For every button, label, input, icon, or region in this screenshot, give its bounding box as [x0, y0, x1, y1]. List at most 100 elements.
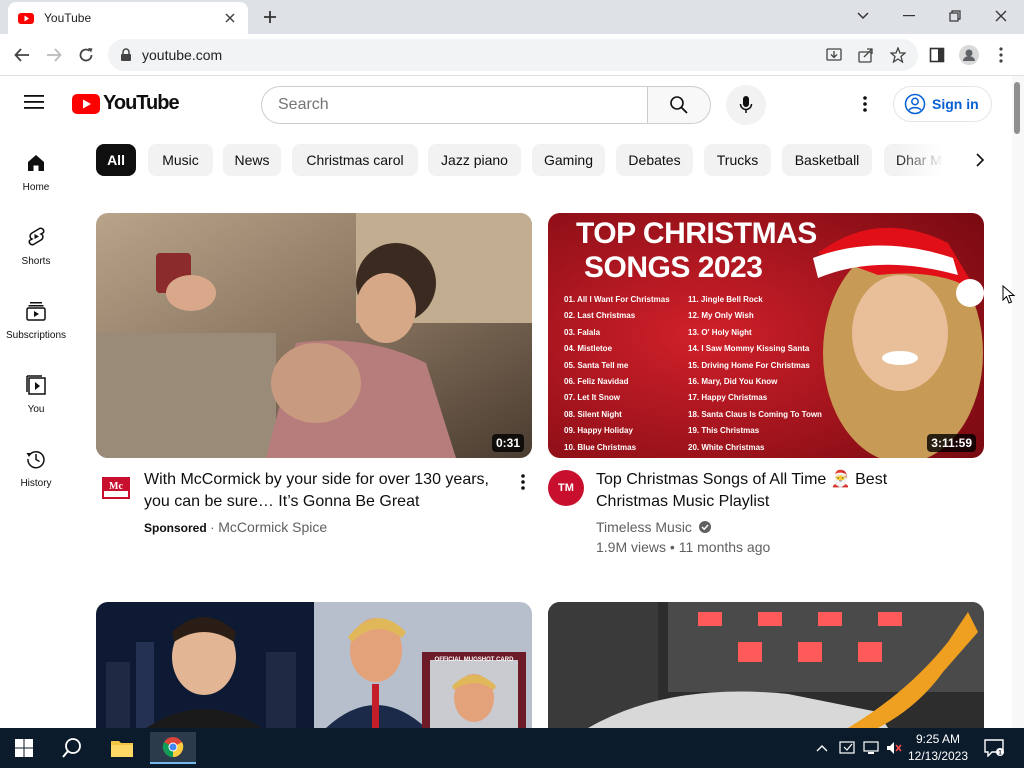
chip-all[interactable]: All — [96, 144, 136, 176]
track-item: 12. My Only Wish — [688, 311, 754, 321]
volume-muted-icon[interactable] — [884, 728, 904, 768]
youtube-play-logo-icon — [72, 93, 100, 114]
back-arrow-icon[interactable] — [11, 44, 33, 66]
install-app-icon[interactable] — [824, 45, 844, 65]
close-window-icon[interactable] — [989, 6, 1013, 26]
settings-more-icon[interactable] — [855, 94, 875, 114]
tray-app-icon[interactable] — [836, 728, 858, 768]
search-button[interactable] — [647, 86, 711, 124]
side-panel-icon[interactable] — [926, 44, 948, 66]
chrome-menu-icon[interactable] — [990, 44, 1012, 66]
track-item: 19. This Christmas — [688, 426, 760, 436]
video-title[interactable]: With McCormick by your side for over 130… — [144, 469, 504, 513]
voice-search-button[interactable] — [726, 85, 766, 125]
bookmark-star-icon[interactable] — [888, 45, 908, 65]
shorts-icon — [28, 227, 45, 246]
page-scrollbar[interactable] — [1012, 76, 1024, 728]
video-thumbnail-late-night[interactable]: OFFICIAL MUGSHOT CARD — [96, 602, 532, 728]
youtube-logo[interactable]: YouTube — [72, 92, 180, 115]
sidebar-item-subscriptions[interactable]: Subscriptions — [0, 280, 72, 354]
clock-time: 9:25 AM — [915, 732, 961, 746]
channel-name[interactable]: Timeless Music — [596, 519, 692, 535]
scrollbar-thumb[interactable] — [1014, 82, 1020, 134]
windows-start-icon[interactable] — [4, 732, 44, 764]
browser-tab-bar: YouTube — [0, 0, 1024, 34]
sign-in-button[interactable]: Sign in — [893, 86, 992, 122]
track-item: 10. Blue Christmas — [564, 442, 637, 452]
channel-avatar-mccormick[interactable]: Mc — [98, 470, 134, 506]
forward-arrow-icon[interactable] — [43, 44, 65, 66]
account-circle-icon — [904, 93, 926, 115]
new-tab-icon[interactable] — [260, 8, 280, 26]
sidebar-item-history[interactable]: History — [0, 428, 72, 502]
video-title[interactable]: Top Christmas Songs of All Time 🎅 Best C… — [596, 469, 956, 513]
home-icon — [28, 155, 44, 171]
chips-fade-overlay — [896, 144, 956, 176]
mugshot-card-label: OFFICIAL MUGSHOT CARD — [434, 657, 514, 663]
channel-avatar-timeless-music[interactable]: TM — [548, 470, 584, 506]
search-input[interactable] — [278, 96, 648, 114]
sidebar-item-you[interactable]: You — [0, 354, 72, 428]
track-item: 03. Falala — [564, 327, 601, 337]
video-thumbnail-mccormick[interactable]: 0:31 — [96, 213, 532, 458]
chrome-taskbar-icon[interactable] — [150, 732, 196, 764]
youtube-favicon-icon — [18, 13, 34, 24]
thumbnail-heading: TOP CHRISTMAS SONGS 2023 — [576, 217, 817, 285]
chip-news[interactable]: News — [223, 144, 281, 176]
profile-avatar-icon[interactable] — [958, 44, 980, 66]
network-icon[interactable] — [860, 728, 882, 768]
subscriptions-icon — [26, 302, 46, 321]
show-hidden-icons-chevron-icon[interactable] — [812, 728, 832, 768]
thumbnail-image-mother-baby — [96, 213, 532, 458]
share-icon[interactable] — [856, 45, 876, 65]
chip-gaming[interactable]: Gaming — [532, 144, 605, 176]
mccormick-logo-icon: Mc — [102, 477, 130, 499]
chip-debates[interactable]: Debates — [616, 144, 693, 176]
track-item: 14. I Saw Mommy Kissing Santa — [688, 344, 810, 354]
search-box[interactable] — [261, 86, 648, 124]
video-title-line: you can be sure… It’s Gonna Be Great — [144, 493, 420, 510]
video-meta-channel: Timeless Music — [596, 519, 712, 535]
notifications-icon[interactable]: 1 — [980, 728, 1008, 768]
video-thumbnail-crash-test[interactable] — [548, 602, 984, 728]
thumbnail-image-late-night — [96, 602, 532, 728]
search-icon — [670, 96, 688, 114]
sidebar-item-home[interactable]: Home — [0, 132, 72, 206]
file-explorer-icon[interactable] — [102, 732, 142, 764]
verified-check-icon — [698, 521, 711, 533]
reload-icon[interactable] — [75, 44, 97, 66]
chip-jazz-piano[interactable]: Jazz piano — [428, 144, 521, 176]
chip-basketball[interactable]: Basketball — [782, 144, 872, 176]
track-item: 08. Silent Night — [564, 409, 622, 419]
chip-trucks[interactable]: Trucks — [704, 144, 771, 176]
history-icon — [26, 450, 45, 469]
browser-tab-youtube[interactable]: YouTube — [8, 2, 248, 34]
url-text: youtube.com — [142, 47, 223, 63]
taskbar-clock[interactable]: 9:25 AM 12/13/2023 — [904, 731, 972, 765]
channel-name[interactable]: McCormick Spice — [218, 519, 327, 535]
close-tab-icon[interactable] — [222, 10, 238, 26]
minimize-icon[interactable] — [897, 6, 921, 26]
tracklist-right: 11. Jingle Bell Rock 12. My Only Wish 13… — [688, 292, 836, 456]
taskbar-search-icon[interactable] — [52, 732, 92, 764]
video-thumbnail-christmas-songs[interactable]: TOP CHRISTMAS SONGS 2023 01. All I Want … — [548, 213, 984, 458]
avatar-initials: TM — [558, 482, 574, 494]
track-item: 01. All I Want For Christmas — [564, 295, 670, 304]
chip-christmas-carol[interactable]: Christmas carol — [292, 144, 418, 176]
chip-music[interactable]: Music — [148, 144, 213, 176]
tab-search-chevron-icon[interactable] — [851, 6, 875, 26]
sidebar-item-label: Shorts — [21, 256, 51, 267]
video-options-icon[interactable] — [513, 470, 533, 494]
sidebar-item-label: Home — [22, 182, 50, 193]
sidebar-item-shorts[interactable]: Shorts — [0, 206, 72, 280]
address-bar[interactable]: youtube.com — [108, 39, 918, 71]
track-item: 18. Santa Claus Is Coming To Town — [688, 409, 822, 419]
restore-icon[interactable] — [943, 6, 967, 26]
hamburger-menu-icon[interactable] — [24, 94, 48, 114]
meta-separator: · — [210, 520, 215, 535]
chips-next-chevron-icon[interactable] — [964, 148, 996, 172]
thumbnail-heading-line: TOP CHRISTMAS — [576, 217, 817, 250]
thumbnail-heading-line: SONGS 2023 — [584, 251, 763, 284]
thumbnail-image-crash-test — [548, 602, 984, 728]
sidebar-item-label: You — [27, 404, 45, 415]
